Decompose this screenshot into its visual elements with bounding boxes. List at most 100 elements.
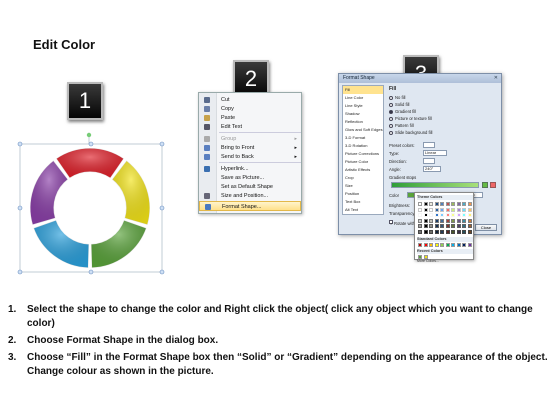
theme-color-swatch[interactable] (440, 218, 444, 223)
theme-color-swatch[interactable] (429, 213, 433, 217)
fill-option-slide-background-fill[interactable]: Slide background fill (389, 130, 432, 135)
fill-option-gradient-fill[interactable]: Gradient fill (389, 109, 416, 114)
resize-handle[interactable] (17, 269, 23, 275)
close-button[interactable]: Close (475, 224, 497, 231)
nav-item-artistic-effects[interactable]: Artistic Effects (343, 166, 383, 174)
theme-color-swatch[interactable] (456, 202, 461, 206)
nav-item-picture-corrections[interactable]: Picture Corrections (343, 150, 383, 158)
nav-item-3-d-rotation[interactable]: 3-D Rotation (343, 142, 383, 150)
theme-color-swatch[interactable] (434, 224, 439, 228)
theme-color-swatch[interactable] (467, 218, 472, 223)
menu-item-send-to-back[interactable]: Send to Back ▸ (199, 152, 301, 162)
theme-color-swatch[interactable] (434, 213, 439, 217)
theme-color-swatch[interactable] (467, 213, 472, 217)
nav-item-fill[interactable]: Fill (343, 86, 383, 94)
theme-color-swatch[interactable] (423, 229, 428, 234)
theme-color-swatch[interactable] (462, 229, 466, 234)
standard-color-swatch[interactable] (434, 243, 439, 247)
theme-color-swatch[interactable] (445, 229, 450, 234)
standard-color-swatch[interactable] (456, 243, 461, 247)
resize-handle[interactable] (17, 141, 23, 147)
theme-color-swatch[interactable] (423, 207, 428, 212)
standard-color-swatch[interactable] (451, 243, 455, 247)
theme-color-swatch[interactable] (418, 229, 422, 234)
standard-color-swatch[interactable] (429, 243, 433, 247)
nav-item-size[interactable]: Size (343, 182, 383, 190)
theme-color-swatch[interactable] (445, 218, 450, 223)
type-select[interactable]: Linear (423, 150, 447, 156)
nav-item-line-style[interactable]: Line Style (343, 102, 383, 110)
nav-item-crop[interactable]: Crop (343, 174, 383, 182)
theme-color-swatch[interactable] (423, 213, 428, 217)
fill-option-picture-or-texture-fill[interactable]: Picture or texture fill (389, 116, 432, 121)
theme-color-swatch[interactable] (418, 213, 422, 217)
theme-color-swatch[interactable] (451, 218, 455, 223)
theme-color-swatch[interactable] (423, 224, 428, 228)
theme-color-swatch[interactable] (451, 207, 455, 212)
nav-item-alt-text[interactable]: Alt Text (343, 206, 383, 214)
theme-color-swatch[interactable] (467, 229, 472, 234)
theme-color-swatch[interactable] (423, 202, 428, 206)
theme-color-swatch[interactable] (440, 224, 444, 228)
theme-color-swatch[interactable] (467, 207, 472, 212)
theme-color-swatch[interactable] (429, 202, 433, 206)
resize-handle[interactable] (88, 269, 94, 275)
theme-color-swatch[interactable] (451, 229, 455, 234)
fill-option-pattern-fill[interactable]: Pattern fill (389, 123, 414, 128)
fill-option-no-fill[interactable]: No fill (389, 95, 405, 100)
theme-color-swatch[interactable] (445, 202, 450, 206)
gradient-stops-bar[interactable] (391, 182, 479, 188)
nav-item-glow-and-soft-edges[interactable]: Glow and Soft Edges (343, 126, 383, 134)
theme-color-swatch[interactable] (418, 218, 422, 223)
resize-handle[interactable] (159, 269, 165, 275)
theme-color-swatch[interactable] (462, 202, 466, 206)
resize-handle[interactable] (17, 205, 23, 211)
theme-color-swatch[interactable] (456, 218, 461, 223)
more-colors-link[interactable]: More Colors... (417, 259, 473, 263)
theme-color-swatch[interactable] (429, 229, 433, 234)
theme-color-swatch[interactable] (456, 229, 461, 234)
theme-color-swatch[interactable] (467, 202, 472, 206)
standard-color-swatch[interactable] (445, 243, 450, 247)
menu-item-size-and-position[interactable]: Size and Position... (199, 191, 301, 201)
menu-item-format-shape[interactable]: Format Shape... (199, 201, 301, 211)
nav-item-picture-color[interactable]: Picture Color (343, 158, 383, 166)
resize-handle[interactable] (159, 141, 165, 147)
theme-color-swatch[interactable] (429, 224, 433, 228)
theme-color-swatch[interactable] (418, 202, 422, 206)
theme-color-swatch[interactable] (434, 218, 439, 223)
theme-color-swatch[interactable] (462, 213, 466, 217)
theme-color-swatch[interactable] (434, 207, 439, 212)
theme-color-swatch[interactable] (462, 224, 466, 228)
theme-color-swatch[interactable] (467, 224, 472, 228)
theme-color-swatch[interactable] (440, 213, 444, 217)
theme-color-swatch[interactable] (456, 224, 461, 228)
standard-color-swatch[interactable] (462, 243, 466, 247)
preset-colors-picker[interactable] (423, 142, 435, 148)
theme-color-swatch[interactable] (462, 218, 466, 223)
theme-color-swatch[interactable] (440, 207, 444, 212)
direction-picker[interactable] (423, 158, 435, 164)
color-ring-diagram[interactable] (10, 126, 170, 276)
resize-handle[interactable] (88, 141, 94, 147)
theme-color-swatch[interactable] (418, 207, 422, 212)
nav-item-line-color[interactable]: Line Color (343, 94, 383, 102)
theme-color-swatch[interactable] (445, 213, 450, 217)
add-stop-button[interactable] (482, 182, 488, 188)
nav-item-3-d-format[interactable]: 3-D Format (343, 134, 383, 142)
theme-color-swatch[interactable] (445, 224, 450, 228)
angle-input[interactable]: 240° (423, 166, 441, 172)
theme-color-swatch[interactable] (440, 202, 444, 206)
theme-color-swatch[interactable] (429, 207, 433, 212)
standard-color-swatch[interactable] (418, 243, 422, 247)
standard-color-swatch[interactable] (467, 243, 472, 247)
theme-color-swatch[interactable] (418, 224, 422, 228)
theme-color-swatch[interactable] (451, 213, 455, 217)
standard-color-swatch[interactable] (440, 243, 444, 247)
rotate-handle[interactable] (86, 132, 92, 138)
menu-item-edit-text[interactable]: Edit Text (199, 122, 301, 132)
theme-color-swatch[interactable] (456, 213, 461, 217)
nav-item-reflection[interactable]: Reflection (343, 118, 383, 126)
standard-color-swatch[interactable] (423, 243, 428, 247)
nav-item-position[interactable]: Position (343, 190, 383, 198)
